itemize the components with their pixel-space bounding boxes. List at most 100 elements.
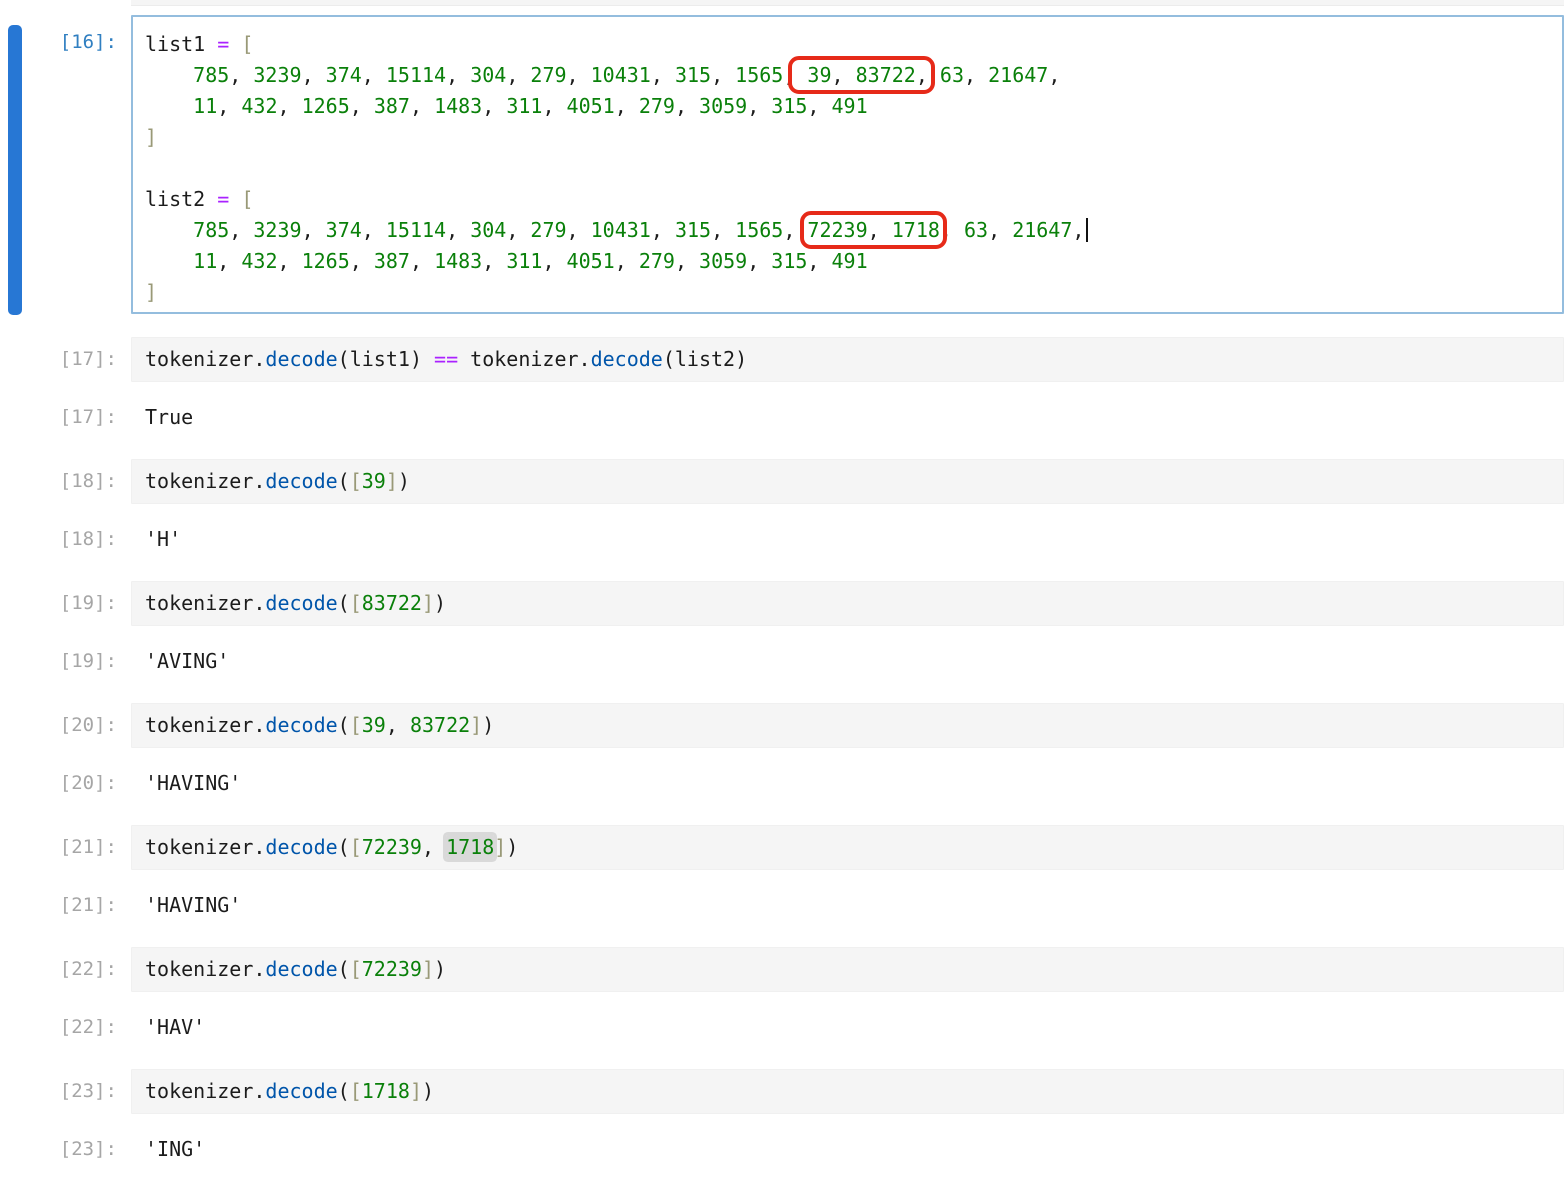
- code-line: 785, 3239, 374, 15114, 304, 279, 10431, …: [145, 215, 1550, 246]
- code-token: ): [735, 347, 747, 371]
- code-token: ]: [422, 591, 434, 615]
- code-token: ): [410, 347, 422, 371]
- code-token: [229, 187, 241, 211]
- code-token: 4051: [567, 94, 615, 118]
- code-token: ,: [446, 218, 458, 242]
- code-token: ): [506, 835, 518, 859]
- code-token: [422, 94, 434, 118]
- code-token: ,: [711, 218, 723, 242]
- code-token: 83722: [856, 63, 916, 87]
- code-editor[interactable]: tokenizer.decode([39]): [131, 459, 1564, 504]
- code-line: tokenizer.decode(list1) == tokenizer.dec…: [145, 348, 1550, 371]
- code-editor[interactable]: tokenizer.decode([39, 83722]): [131, 703, 1564, 748]
- code-token: 10431: [591, 218, 651, 242]
- code-token: ,: [482, 94, 494, 118]
- code-token: [229, 32, 241, 56]
- code-token: ,: [615, 94, 627, 118]
- code-editor[interactable]: list1 = [ 785, 3239, 374, 15114, 304, 27…: [131, 15, 1564, 314]
- highlighted-token: 1718: [446, 835, 494, 859]
- code-token: [434, 835, 446, 859]
- code-token: .: [253, 1079, 265, 1103]
- code-token: [: [350, 835, 362, 859]
- code-token: ]: [470, 713, 482, 737]
- code-token: 785: [193, 63, 229, 87]
- code-token: [: [350, 1079, 362, 1103]
- code-token: tokenizer: [470, 347, 578, 371]
- code-token: [: [350, 957, 362, 981]
- code-token: 83722: [410, 713, 470, 737]
- code-token: (: [663, 347, 675, 371]
- code-token: [687, 249, 699, 273]
- code-cell-17: [17]:tokenizer.decode(list1) == tokenize…: [0, 337, 1564, 382]
- code-token: (: [338, 957, 350, 981]
- code-token: 21647: [1012, 218, 1072, 242]
- input-prompt: [22]:: [0, 947, 131, 981]
- code-token: [627, 249, 639, 273]
- code-line: ]: [145, 277, 1550, 308]
- output-cell-23: [23]:'ING': [0, 1138, 1564, 1161]
- output-text: 'ING': [131, 1138, 205, 1161]
- code-token: 304: [470, 63, 506, 87]
- code-token: [205, 32, 217, 56]
- code-cell-23: [23]:tokenizer.decode([1718]): [0, 1069, 1564, 1114]
- code-editor[interactable]: tokenizer.decode(list1) == tokenizer.dec…: [131, 337, 1564, 382]
- code-token: ,: [675, 94, 687, 118]
- code-token: [494, 94, 506, 118]
- output-text: 'HAVING': [131, 894, 241, 917]
- code-token: ,: [964, 63, 976, 87]
- code-editor[interactable]: tokenizer.decode([72239, 1718]): [131, 825, 1564, 870]
- code-token: 1718: [892, 218, 940, 242]
- code-token: 4051: [567, 249, 615, 273]
- code-editor[interactable]: tokenizer.decode([83722]): [131, 581, 1564, 626]
- code-editor[interactable]: tokenizer.decode([72239]): [131, 947, 1564, 992]
- code-token: [: [350, 713, 362, 737]
- red-annotation-box: 39, 83722,: [795, 63, 928, 87]
- code-line: 11, 432, 1265, 387, 1483, 311, 4051, 279…: [145, 246, 1550, 277]
- code-token: 311: [506, 94, 542, 118]
- code-token: (: [338, 835, 350, 859]
- code-token: [759, 94, 771, 118]
- code-token: 39: [362, 469, 386, 493]
- code-line: ]: [145, 122, 1550, 153]
- output-prompt: [23]:: [0, 1138, 131, 1161]
- code-token: 315: [771, 94, 807, 118]
- active-cell-indicator[interactable]: [8, 25, 22, 315]
- code-line: [145, 153, 1550, 184]
- code-token: [555, 249, 567, 273]
- output-text: 'HAV': [131, 1016, 205, 1039]
- code-token: (: [338, 347, 350, 371]
- code-cell-20: [20]:tokenizer.decode([39, 83722]): [0, 703, 1564, 748]
- code-token: [819, 94, 831, 118]
- code-token: tokenizer: [145, 591, 253, 615]
- code-token: tokenizer: [145, 957, 253, 981]
- code-token: [241, 218, 253, 242]
- code-token: (: [338, 713, 350, 737]
- code-token: 279: [530, 218, 566, 242]
- code-token: ,: [747, 94, 759, 118]
- code-editor[interactable]: tokenizer.decode([1718]): [131, 1069, 1564, 1114]
- output-cell-18: [18]:'H': [0, 528, 1564, 551]
- code-token: [723, 63, 735, 87]
- code-token: [314, 63, 326, 87]
- code-token: 15114: [386, 218, 446, 242]
- code-token: 304: [470, 218, 506, 242]
- input-prompt: [21]:: [0, 825, 131, 859]
- code-token: ,: [832, 63, 844, 87]
- code-token: ): [434, 591, 446, 615]
- code-token: [: [241, 32, 253, 56]
- code-token: 63: [964, 218, 988, 242]
- code-token: =: [217, 32, 229, 56]
- code-token: 11: [193, 94, 217, 118]
- code-token: ]: [145, 280, 157, 304]
- code-token: [422, 347, 434, 371]
- code-token: [819, 249, 831, 273]
- output-prompt: [21]:: [0, 894, 131, 917]
- code-token: .: [253, 835, 265, 859]
- code-token: ,: [1072, 218, 1084, 242]
- code-token: [1000, 218, 1012, 242]
- code-token: [: [350, 591, 362, 615]
- code-token: ,: [302, 218, 314, 242]
- code-token: list1: [350, 347, 410, 371]
- code-token: 1718: [446, 835, 494, 859]
- code-token: decode: [591, 347, 663, 371]
